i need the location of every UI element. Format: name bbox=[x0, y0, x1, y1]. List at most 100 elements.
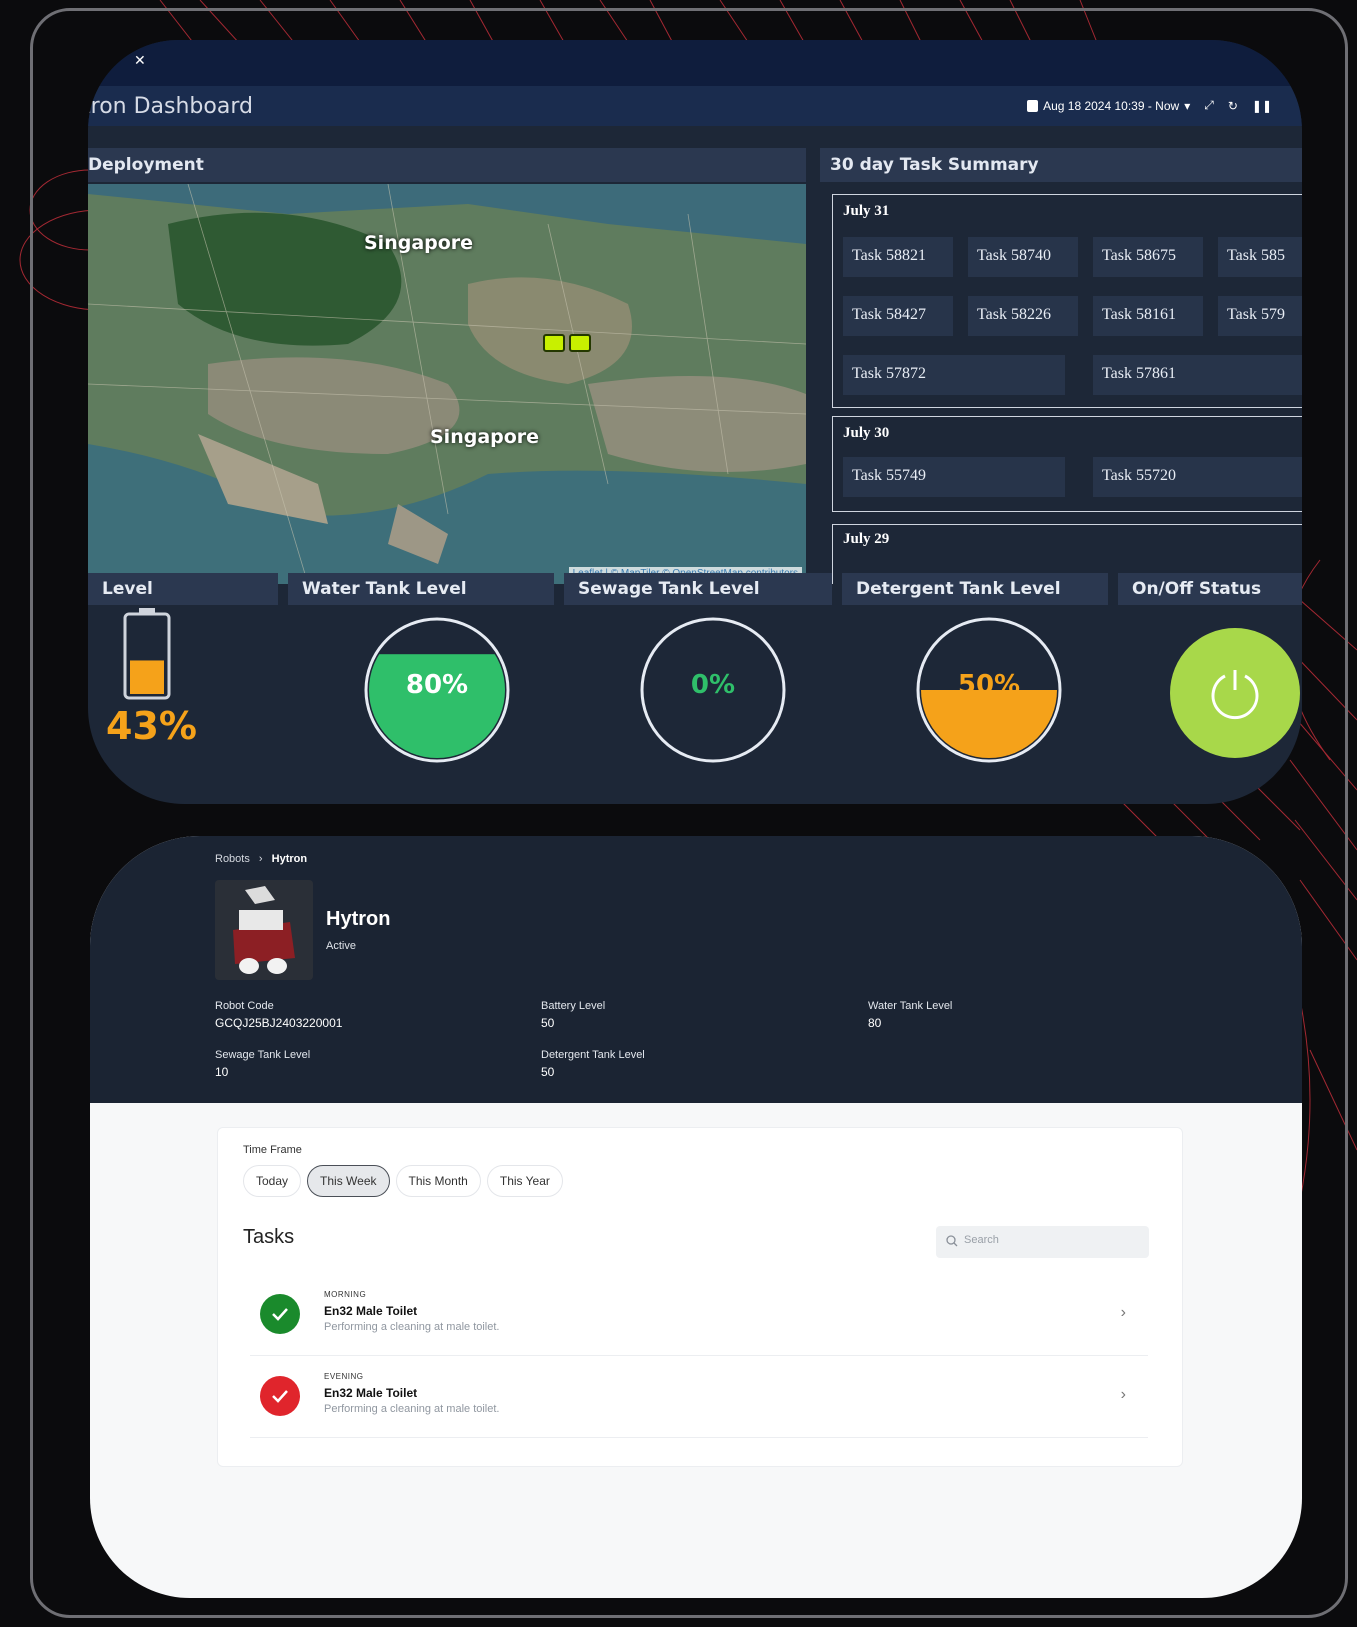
task-description: Performing a cleaning at male toilet. bbox=[324, 1403, 500, 1415]
detergent-fill bbox=[921, 690, 1057, 758]
stat-detergent-tank-level: Detergent Tank Level 50 bbox=[541, 1049, 645, 1079]
stat-label: Battery Level bbox=[541, 1000, 606, 1012]
tasks-title: Tasks bbox=[243, 1226, 295, 1248]
time-range-label: Aug 18 2024 10:39 - Now bbox=[1043, 98, 1180, 113]
dashboard-topbar: ✕ bbox=[88, 40, 1302, 86]
breadcrumb-robots[interactable]: Robots bbox=[215, 853, 250, 865]
robot-detail-page: Robots › Hytron Hytron Active Robot Code… bbox=[90, 836, 1302, 1598]
battery-gauge bbox=[123, 608, 171, 700]
robot-marker-icon[interactable] bbox=[543, 334, 565, 352]
stat-label: Robot Code bbox=[215, 1000, 274, 1012]
search-placeholder: Search bbox=[964, 1234, 999, 1246]
water-percentage: 80% bbox=[405, 670, 469, 700]
search-input[interactable]: Search bbox=[936, 1226, 1149, 1258]
calendar-icon bbox=[1027, 99, 1039, 112]
task-chip[interactable]: Task 55720 bbox=[1093, 457, 1302, 497]
day-group-july-30: July 30 Task 55749 Task 55720 bbox=[832, 416, 1302, 512]
map-label-singapore-south: Singapore bbox=[430, 426, 540, 448]
task-time: MORNING bbox=[324, 1290, 367, 1299]
task-chip[interactable]: Task 58161 bbox=[1093, 296, 1203, 336]
task-chip[interactable]: Task 57872 bbox=[843, 355, 1065, 395]
robot-name: Hytron bbox=[326, 908, 391, 930]
task-row[interactable]: MORNING En32 Male Toilet Performing a cl… bbox=[250, 1274, 1148, 1356]
completed-check-icon bbox=[260, 1294, 300, 1334]
onoff-status-title: On/Off Status bbox=[1118, 573, 1302, 605]
breadcrumb-current: Hytron bbox=[271, 853, 308, 865]
stat-value: 50 bbox=[541, 1016, 555, 1030]
dashboard-panel: ✕ tron Dashboard Aug 18 2024 10:39 - Now… bbox=[88, 40, 1302, 804]
robot-marker-icon[interactable] bbox=[569, 334, 591, 352]
stat-sewage-tank-level: Sewage Tank Level 10 bbox=[215, 1049, 310, 1079]
battery-level-title: Level bbox=[88, 573, 278, 605]
sewage-tank-title: Sewage Tank Level bbox=[564, 573, 832, 605]
breadcrumb-separator-icon: › bbox=[258, 853, 263, 865]
robot-header: Robots › Hytron Hytron Active Robot Code… bbox=[90, 836, 1302, 1103]
task-chip[interactable]: Task 58226 bbox=[968, 296, 1078, 336]
day-group-july-31: July 31 Task 58821 Task 58740 Task 58675… bbox=[832, 194, 1302, 408]
power-icon bbox=[1211, 670, 1259, 720]
power-toggle[interactable] bbox=[1170, 628, 1300, 758]
deployment-map[interactable]: Singapore Singapore Leaflet | © MapTiler… bbox=[88, 184, 806, 584]
task-row[interactable]: EVENING En32 Male Toilet Performing a cl… bbox=[250, 1356, 1148, 1438]
battery-percentage: 43% bbox=[106, 704, 197, 748]
stat-value: 10 bbox=[215, 1065, 229, 1079]
day-title: July 31 bbox=[843, 203, 890, 219]
refresh-icon[interactable]: ↻ bbox=[1228, 99, 1238, 113]
detergent-tank-title: Detergent Tank Level bbox=[842, 573, 1108, 605]
stat-robot-code: Robot Code GCQJ25BJ2403220001 bbox=[215, 1000, 342, 1030]
time-frame-this-year[interactable]: This Year bbox=[486, 1165, 563, 1197]
task-description: Performing a cleaning at male toilet. bbox=[324, 1321, 500, 1333]
pause-icon[interactable]: ❚❚ bbox=[1252, 99, 1272, 113]
battery-fill bbox=[130, 660, 164, 694]
water-tank-title: Water Tank Level bbox=[288, 573, 554, 605]
sewage-percentage: 0% bbox=[690, 670, 736, 700]
robot-status: Active bbox=[326, 940, 356, 952]
time-range-picker[interactable]: Aug 18 2024 10:39 - Now ▾ bbox=[1027, 99, 1190, 113]
task-chip[interactable]: Task 57861 bbox=[1093, 355, 1302, 395]
completed-check-icon bbox=[260, 1376, 300, 1416]
detergent-percentage: 50% bbox=[957, 670, 1021, 700]
stat-label: Detergent Tank Level bbox=[541, 1049, 645, 1061]
time-frame-selector: Today This Week This Month This Year bbox=[243, 1165, 563, 1197]
stat-battery-level: Battery Level 50 bbox=[541, 1000, 605, 1030]
stat-value: GCQJ25BJ2403220001 bbox=[215, 1016, 343, 1030]
task-chip[interactable]: Task 58675 bbox=[1093, 237, 1203, 277]
robot-image bbox=[215, 880, 313, 980]
task-title: En32 Male Toilet bbox=[324, 1304, 418, 1318]
day-title: July 29 bbox=[843, 531, 890, 547]
chevron-right-icon[interactable]: › bbox=[1121, 1304, 1126, 1322]
task-chip[interactable]: Task 585 bbox=[1218, 237, 1302, 277]
task-summary-list[interactable]: July 31 Task 58821 Task 58740 Task 58675… bbox=[820, 184, 1302, 584]
map-label-singapore-north: Singapore bbox=[364, 232, 474, 254]
time-frame-label: Time Frame bbox=[243, 1144, 302, 1156]
stat-value: 50 bbox=[541, 1065, 555, 1079]
task-summary-title-text: 30 day Task Summary bbox=[830, 155, 1039, 175]
dashboard-title: tron Dashboard bbox=[88, 94, 253, 119]
tasks-card: Time Frame Today This Week This Month Th… bbox=[217, 1127, 1183, 1467]
menu-icon[interactable]: ✕ bbox=[134, 52, 146, 69]
deployment-title-text: Deployment bbox=[88, 155, 204, 175]
task-chip[interactable]: Task 58740 bbox=[968, 237, 1078, 277]
task-chip[interactable]: Task 58821 bbox=[843, 237, 953, 277]
task-title: En32 Male Toilet bbox=[324, 1386, 418, 1400]
time-frame-this-week[interactable]: This Week bbox=[307, 1165, 390, 1197]
caret-down-icon: ▾ bbox=[1184, 98, 1191, 113]
stat-value: 80 bbox=[868, 1016, 882, 1030]
task-chip[interactable]: Task 579 bbox=[1218, 296, 1302, 336]
time-frame-this-month[interactable]: This Month bbox=[395, 1165, 481, 1197]
day-title: July 30 bbox=[843, 425, 890, 441]
robot-avatar bbox=[215, 880, 313, 980]
chevron-right-icon[interactable]: › bbox=[1121, 1386, 1126, 1404]
task-chip[interactable]: Task 58427 bbox=[843, 296, 953, 336]
expand-icon[interactable]: ⤢ bbox=[1204, 98, 1214, 113]
dashboard-header: tron Dashboard Aug 18 2024 10:39 - Now ▾… bbox=[88, 86, 1302, 126]
search-icon bbox=[946, 1235, 958, 1247]
task-chip[interactable]: Task 55749 bbox=[843, 457, 1065, 497]
time-frame-today[interactable]: Today bbox=[243, 1165, 302, 1197]
breadcrumb: Robots › Hytron bbox=[215, 853, 307, 865]
dashboard-controls: Aug 18 2024 10:39 - Now ▾ ⤢ ↻ ❚❚ bbox=[1027, 98, 1272, 113]
stat-label: Sewage Tank Level bbox=[215, 1049, 311, 1061]
stat-label: Water Tank Level bbox=[868, 1000, 953, 1012]
task-summary-panel-title: 30 day Task Summary bbox=[820, 148, 1302, 182]
task-time: EVENING bbox=[324, 1372, 364, 1381]
